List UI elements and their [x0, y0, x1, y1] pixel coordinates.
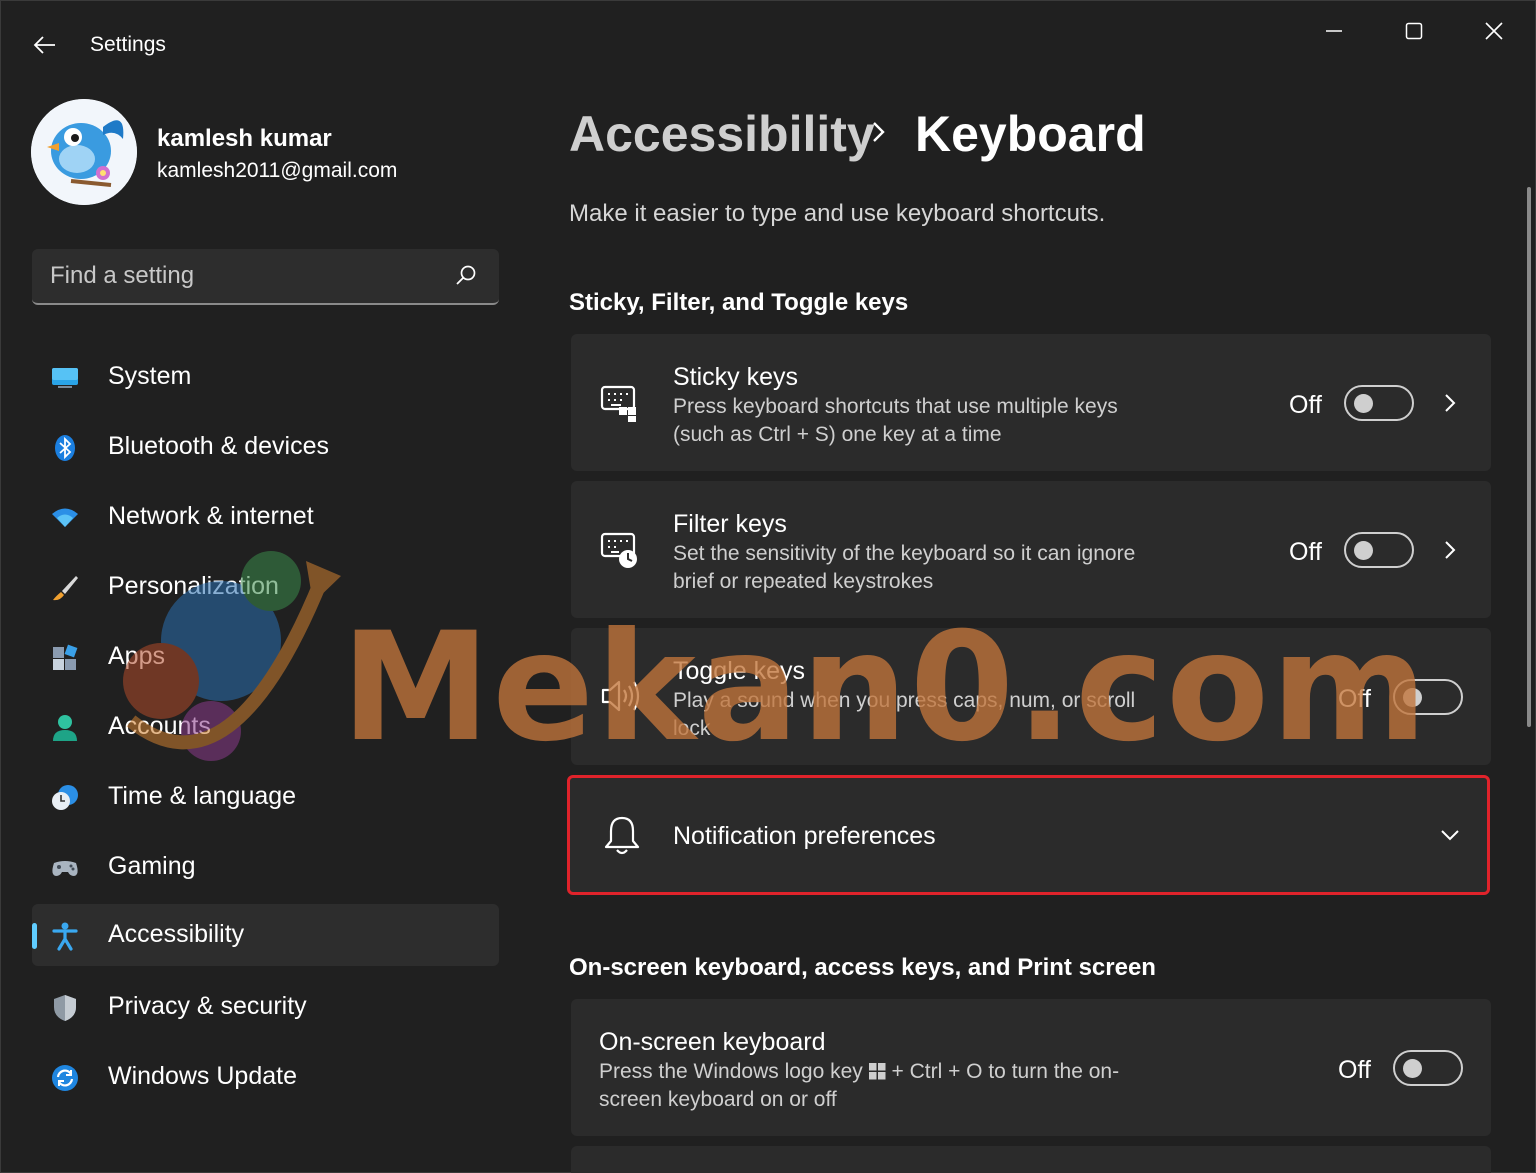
sidebar-item-label: Accounts — [108, 712, 211, 740]
sidebar-item-label: Privacy & security — [108, 992, 307, 1020]
bird-avatar-image — [31, 99, 137, 205]
maximize-button[interactable] — [1384, 11, 1444, 51]
account-icon — [53, 715, 77, 741]
sidebar-item-windows-update[interactable]: Windows Update — [32, 1046, 499, 1108]
sidebar-item-label: Time & language — [108, 782, 297, 810]
sidebar-item-label: Windows Update — [108, 1062, 297, 1090]
onscreen-keyboard-card[interactable]: On-screen keyboard Press the Windows log… — [571, 999, 1491, 1136]
settings-window: Settings kamlesh kumar kamlesh2011@gmail… — [0, 0, 1536, 1173]
toggle-state-label: Off — [1289, 391, 1322, 419]
sidebar-item-time-language[interactable]: Time & language — [32, 766, 499, 828]
sidebar-item-label: Personalization — [108, 572, 279, 600]
card-title: On-screen keyboard — [599, 1028, 826, 1056]
sidebar-item-accounts[interactable]: Accounts — [32, 696, 499, 758]
speaker-icon — [601, 680, 640, 712]
card-title: Sticky keys — [673, 363, 799, 391]
gamepad-icon — [52, 861, 78, 876]
close-icon — [1485, 22, 1503, 40]
toggle-state-label: Off — [1289, 538, 1322, 566]
sticky-keys-icon — [600, 385, 636, 422]
onscreen-keyboard-toggle[interactable] — [1393, 1050, 1463, 1086]
maximize-icon — [1405, 22, 1423, 40]
search-box[interactable] — [32, 249, 499, 305]
toggle-knob — [1354, 541, 1373, 560]
section-title-onscreen-keyboard: On-screen keyboard, access keys, and Pri… — [569, 954, 1156, 981]
card-title: Notification preferences — [673, 822, 936, 850]
section-title-sticky-filter-toggle: Sticky, Filter, and Toggle keys — [569, 289, 909, 316]
card-description: Set the sensitivity of the keyboard so i… — [673, 542, 1136, 593]
card-description: Press the Windows logo key + Ctrl + O to… — [599, 1058, 1159, 1114]
close-button[interactable] — [1464, 11, 1524, 51]
sidebar-item-label: Bluetooth & devices — [108, 432, 329, 460]
sticky-keys-card[interactable]: Sticky keys Press keyboard shortcuts tha… — [571, 334, 1491, 471]
system-icon — [52, 368, 78, 388]
sidebar-item-bluetooth[interactable]: Bluetooth & devices — [32, 416, 499, 478]
sidebar-item-label: Accessibility — [108, 920, 245, 948]
toggle-state-label: Off — [1338, 1056, 1371, 1084]
sticky-keys-toggle[interactable] — [1344, 385, 1414, 421]
scrollbar[interactable] — [1527, 187, 1531, 727]
toggle-keys-toggle[interactable] — [1393, 679, 1463, 715]
card-description: Play a sound when you press caps, num, o… — [673, 689, 1136, 740]
breadcrumb-chevron-icon — [873, 122, 885, 142]
update-icon — [52, 1065, 78, 1091]
sidebar-item-privacy[interactable]: Privacy & security — [32, 976, 499, 1038]
sidebar-item-label: System — [108, 362, 192, 390]
toggle-state-label: Off — [1338, 685, 1371, 713]
title-bar: Settings — [1, 1, 1535, 85]
sidebar-item-personalization[interactable]: Personalization — [32, 556, 499, 618]
accessibility-icon — [52, 922, 78, 951]
page-description: Make it easier to type and use keyboard … — [569, 200, 1106, 227]
next-setting-card[interactable] — [571, 1146, 1491, 1173]
bell-icon — [604, 816, 640, 855]
user-email: kamlesh2011@gmail.com — [157, 159, 398, 182]
sidebar-item-gaming[interactable]: Gaming — [32, 836, 499, 898]
sidebar-item-accessibility[interactable]: Accessibility — [32, 904, 499, 966]
filter-keys-toggle[interactable] — [1344, 532, 1414, 568]
sidebar-item-label: Network & internet — [108, 502, 314, 530]
minimize-button[interactable] — [1304, 11, 1364, 51]
search-input[interactable] — [32, 249, 452, 303]
toggle-knob — [1354, 394, 1373, 413]
back-arrow-icon — [33, 36, 55, 54]
app-title: Settings — [90, 33, 166, 56]
chevron-right-icon[interactable] — [1439, 392, 1461, 414]
avatar[interactable] — [31, 99, 137, 205]
chevron-down-icon[interactable] — [1439, 824, 1461, 846]
toggle-knob — [1403, 1059, 1422, 1078]
breadcrumb-parent[interactable]: Accessibility — [569, 105, 875, 163]
sidebar-item-system[interactable]: System — [32, 346, 499, 408]
filter-keys-icon — [600, 532, 637, 568]
globe-clock-icon — [52, 785, 78, 810]
brush-icon — [53, 576, 78, 601]
toggle-knob — [1403, 688, 1422, 707]
notification-preferences-card[interactable]: Notification preferences — [567, 775, 1490, 895]
back-button[interactable] — [25, 27, 65, 63]
apps-icon — [53, 644, 78, 670]
wifi-icon — [52, 508, 78, 527]
card-title: Toggle keys — [673, 657, 806, 685]
minimize-icon — [1326, 30, 1342, 32]
selected-indicator — [32, 923, 37, 949]
desc-part: Press the Windows logo key — [599, 1060, 863, 1083]
page-title: Keyboard — [915, 106, 1146, 162]
sidebar-item-network[interactable]: Network & internet — [32, 486, 499, 548]
windows-logo-icon — [868, 1063, 886, 1080]
sidebar-item-label: Gaming — [108, 852, 196, 880]
shield-icon — [54, 995, 76, 1021]
sidebar-item-label: Apps — [108, 642, 165, 670]
user-name: kamlesh kumar — [157, 125, 332, 152]
filter-keys-card[interactable]: Filter keys Set the sensitivity of the k… — [571, 481, 1491, 618]
search-icon[interactable] — [453, 263, 479, 289]
bluetooth-icon — [55, 435, 75, 461]
card-title: Filter keys — [673, 510, 787, 538]
card-description: Press keyboard shortcuts that use multip… — [673, 395, 1118, 446]
chevron-right-icon[interactable] — [1439, 539, 1461, 561]
sidebar-item-apps[interactable]: Apps — [32, 626, 499, 688]
toggle-keys-card[interactable]: Toggle keys Play a sound when you press … — [571, 628, 1491, 765]
